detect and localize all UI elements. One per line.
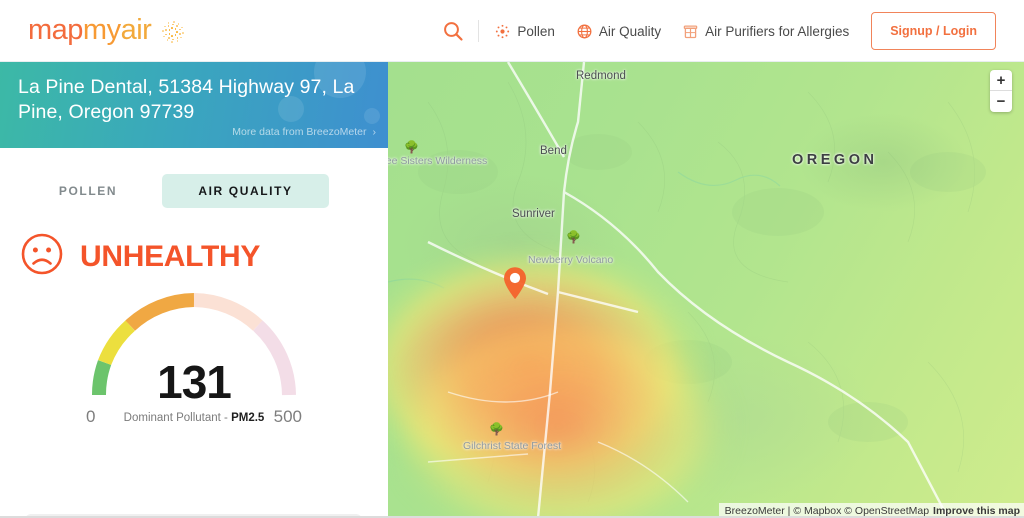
map-roads [427,62,950,518]
sun-burst-icon [162,21,184,43]
nav-item-air-quality-label: Air Quality [598,23,662,39]
park-tree-icon: 🌳 [404,140,419,154]
nav-item-pollen-label: Pollen [517,23,555,39]
park-tree-icon: 🌳 [566,230,581,244]
location-pin[interactable] [502,266,528,300]
nav-right-group: Pollen Air Quality Air Purifiers for All… [442,0,1024,62]
nav-item-air-purifiers-label: Air Purifiers for Allergies [705,23,850,39]
pollen-dots-icon [495,24,510,39]
left-info-panel: La Pine Dental, 51384 Highway 97, La Pin… [0,62,388,518]
air-purifier-icon [683,24,698,39]
tab-pollen[interactable]: POLLEN [28,174,148,208]
status-label: UNHEALTHY [80,239,261,273]
zoom-in-button[interactable]: + [990,70,1012,91]
more-data-breezometer-link[interactable]: More data from BreezoMeter › [232,126,376,138]
nav-divider [478,20,480,42]
sad-face-icon [20,232,64,281]
logo-part-my: my [82,14,121,46]
improve-this-map-link[interactable]: Improve this map [933,505,1020,517]
aqi-value: 131 [157,356,232,408]
logo-mapmyair[interactable]: mapmyair [28,14,184,47]
nav-item-air-purifiers[interactable]: Air Purifiers for Allergies [683,24,849,39]
panel-tabs: POLLEN AIR QUALITY [0,174,388,208]
more-data-label: More data from BreezoMeter [232,126,367,138]
air-quality-status: UNHEALTHY [0,232,388,281]
dominant-pollutant-prefix: Dominant Pollutant - [123,412,232,424]
tab-air-quality[interactable]: AIR QUALITY [162,174,329,208]
globe-icon [577,24,592,39]
nav-item-air-quality[interactable]: Air Quality [577,24,661,39]
top-navigation-bar: mapmyair Pollen Air Quality Air Purifier… [0,0,1024,62]
zoom-out-button[interactable]: − [990,91,1012,112]
air-quality-map[interactable]: Redmond Bend OREGON 🌳 Three Sisters Wild… [388,62,1024,518]
dominant-pollutant-caption: Dominant Pollutant - PM2.5 [0,412,388,424]
dominant-pollutant-value: PM2.5 [231,412,265,424]
map-zoom-controls: + − [990,70,1012,112]
park-tree-icon: 🌳 [489,422,504,436]
decorative-bubble [364,108,380,124]
chevron-right-icon: › [372,126,377,138]
decorative-bubble [278,96,304,122]
aqi-gauge: 131 0 500 Dominant Pollutant - PM2.5 [0,285,388,435]
logo-part-map: map [28,14,83,46]
location-header-bar: La Pine Dental, 51384 Highway 97, La Pin… [0,62,388,148]
logo-part-air: air [120,14,152,46]
mapmyair-app: mapmyair Pollen Air Quality Air Purifier… [0,0,1024,518]
nav-item-pollen[interactable]: Pollen [495,24,555,39]
attribution-text: BreezoMeter | © Mapbox © OpenStreetMap [724,504,930,517]
search-icon[interactable] [442,20,464,42]
signup-login-button[interactable]: Signup / Login [871,12,996,50]
